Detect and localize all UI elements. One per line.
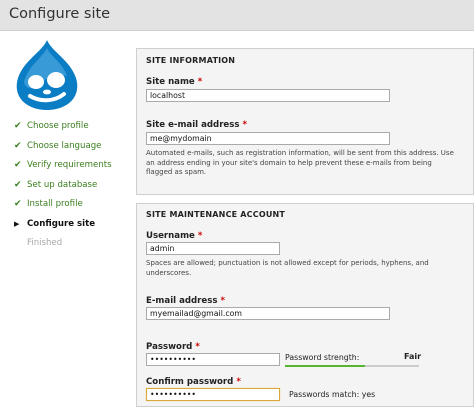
fieldset-legend: SITE INFORMATION	[146, 56, 236, 65]
checkmark-icon: ✔	[14, 179, 22, 190]
site-information-fieldset: SITE INFORMATION Site name * Site e-mail…	[136, 48, 474, 195]
step-choose-language: ✔ Choose language	[14, 140, 102, 151]
step-install-profile: ✔ Install profile	[14, 199, 83, 209]
password-strength-label: Password strength:	[285, 353, 360, 362]
step-verify-requirements: ✔ Verify requirements	[14, 160, 112, 170]
checkmark-icon: ✔	[14, 199, 22, 209]
required-marker: *	[197, 231, 203, 241]
email-input[interactable]	[146, 307, 390, 320]
username-label: Username *	[146, 231, 203, 241]
required-marker: *	[197, 77, 203, 87]
step-configure-site: ▶ Configure site	[14, 218, 96, 229]
checkmark-icon: ✔	[14, 160, 22, 170]
checkmark-icon: ✔	[14, 121, 22, 131]
password-input[interactable]	[146, 353, 280, 366]
step-set-up-database: ✔ Set up database	[14, 179, 98, 190]
required-marker: *	[220, 296, 225, 306]
email-label: E-mail address *	[146, 296, 225, 306]
site-name-label: Site name *	[146, 77, 203, 87]
required-marker: *	[236, 377, 241, 387]
drupal-logo	[16, 40, 78, 110]
fieldset-legend: SITE MAINTENANCE ACCOUNT	[146, 210, 286, 219]
maintenance-account-fieldset: SITE MAINTENANCE ACCOUNT Username * Spac…	[136, 203, 474, 407]
password-label: Password *	[146, 342, 200, 352]
username-description: Spaces are allowed; punctuation is not a…	[146, 259, 429, 277]
page-title: Configure site	[9, 6, 111, 22]
checkmark-icon: ✔	[14, 140, 22, 151]
current-step-arrow-icon: ▶	[14, 219, 20, 228]
required-marker: *	[242, 120, 248, 130]
required-marker: *	[195, 342, 200, 352]
passwords-match-text: Passwords match: yes	[289, 390, 376, 399]
password-strength-fill	[285, 365, 366, 367]
step-finished: Finished	[27, 238, 63, 248]
site-email-input[interactable]	[146, 132, 390, 145]
password-strength-bar	[285, 365, 419, 367]
confirm-password-label: Confirm password *	[146, 377, 241, 387]
username-input[interactable]	[146, 242, 280, 255]
install-steps: ✔ Choose profile ✔ Choose language ✔ Verify…	[14, 121, 112, 258]
site-email-label: Site e-mail address *	[146, 120, 247, 130]
site-email-description: Automated e-mails, such as registration …	[146, 149, 454, 176]
site-name-input[interactable]	[146, 89, 390, 102]
title-bar: Configure site	[0, 0, 474, 31]
step-choose-profile: ✔ Choose profile	[14, 121, 89, 131]
password-strength-value: Fair	[404, 352, 422, 361]
confirm-password-input[interactable]	[146, 388, 280, 401]
